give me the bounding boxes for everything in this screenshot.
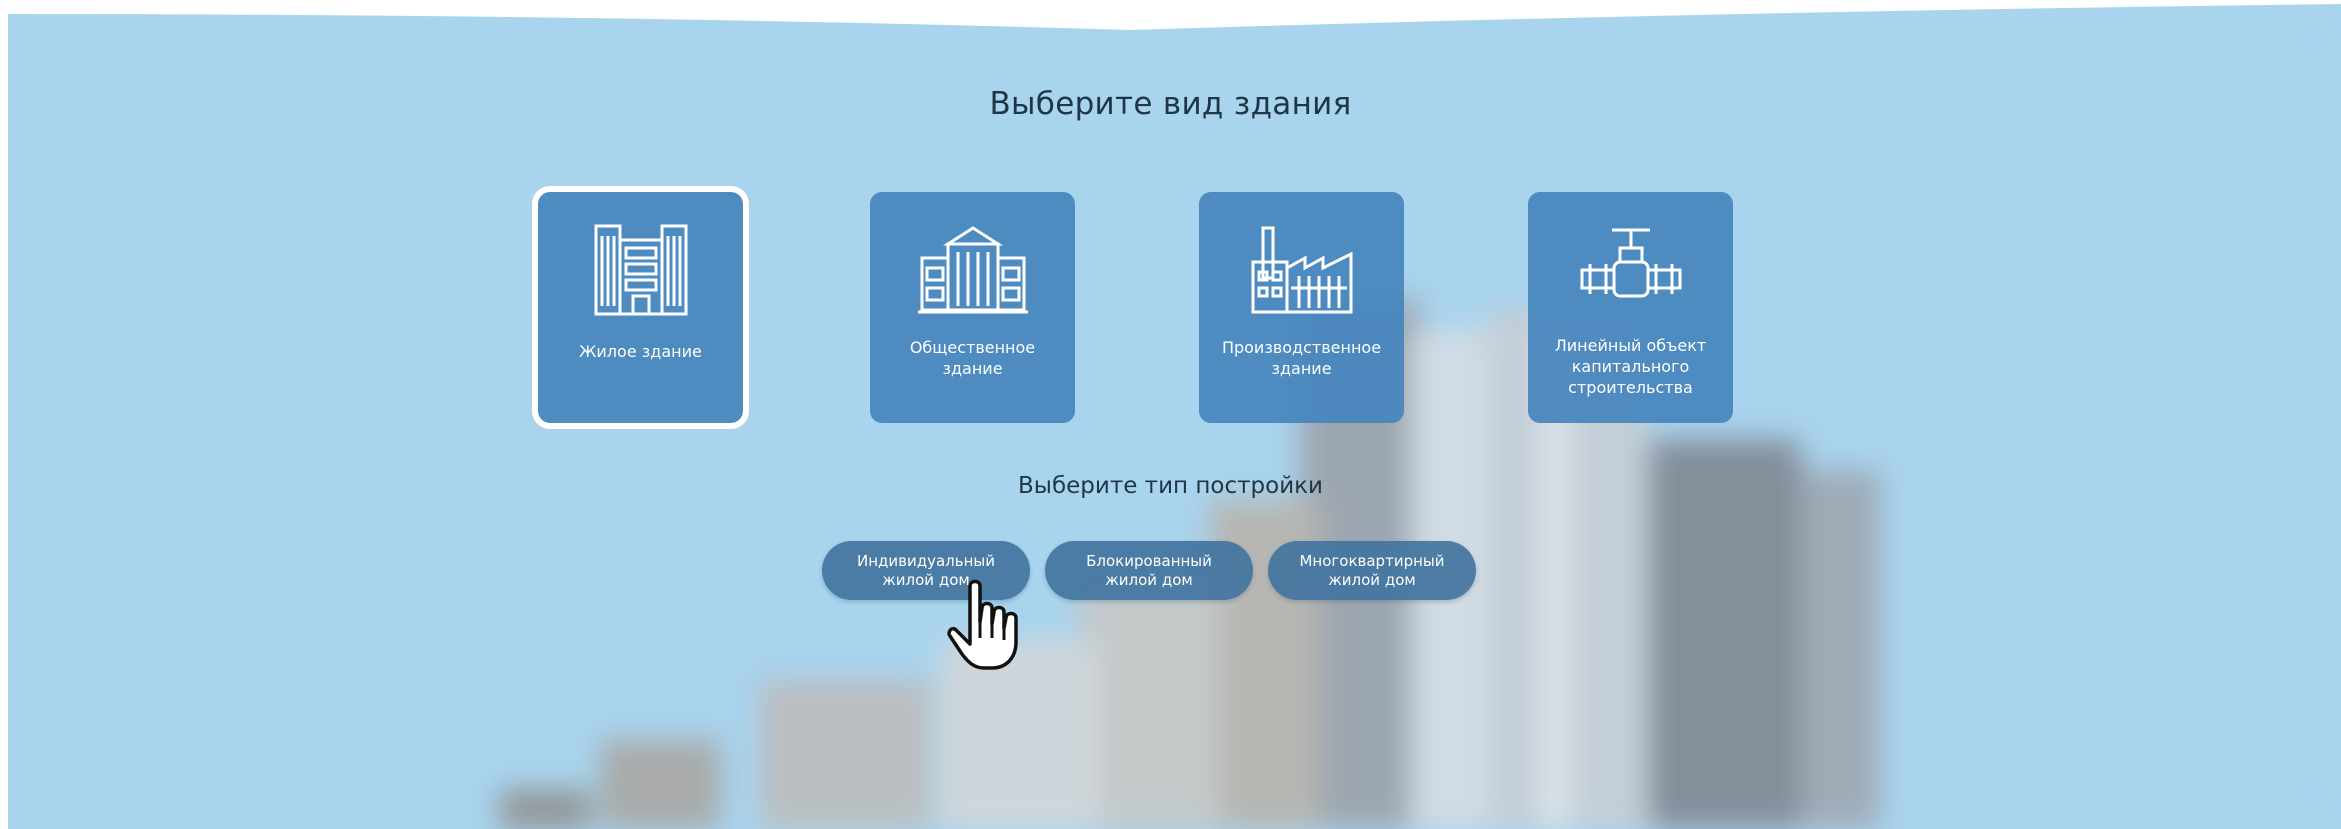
page-stage: Выберите вид здания Жилое здание Обществ…	[0, 0, 2341, 829]
building-type-heading: Выберите вид здания	[989, 86, 1352, 122]
building-card-label: Производственное здание	[1221, 338, 1382, 378]
left-edge-border	[0, 0, 8, 829]
pill-label: Многоквартирный жилой дом	[1299, 551, 1445, 589]
building-card-industrial[interactable]: Производственное здание	[1199, 192, 1404, 423]
building-card-linear-object[interactable]: Линейный объект капитального строительст…	[1528, 192, 1733, 423]
construction-type-blocked-button[interactable]: Блокированный жилой дом	[1045, 541, 1253, 600]
building-card-residential[interactable]: Жилое здание	[532, 186, 749, 429]
building-card-label: Линейный объект капитального строительст…	[1554, 336, 1707, 397]
factory-icon	[1251, 226, 1352, 314]
building-card-public[interactable]: Общественное здание	[870, 192, 1075, 423]
construction-type-heading: Выберите тип постройки	[1018, 473, 1323, 499]
building-card-label: Жилое здание	[579, 342, 702, 361]
pill-label: Блокированный жилой дом	[1086, 551, 1212, 589]
pipeline-valve-icon	[1580, 228, 1681, 298]
hand-pointer-icon	[947, 579, 1018, 670]
background-skyline-image	[0, 0, 2341, 829]
residential-building-icon	[594, 224, 687, 316]
construction-type-apartment-button[interactable]: Многоквартирный жилой дом	[1268, 541, 1476, 600]
building-card-label: Общественное здание	[909, 338, 1036, 378]
public-building-icon	[917, 226, 1028, 314]
top-wave-divider	[0, 0, 2341, 30]
